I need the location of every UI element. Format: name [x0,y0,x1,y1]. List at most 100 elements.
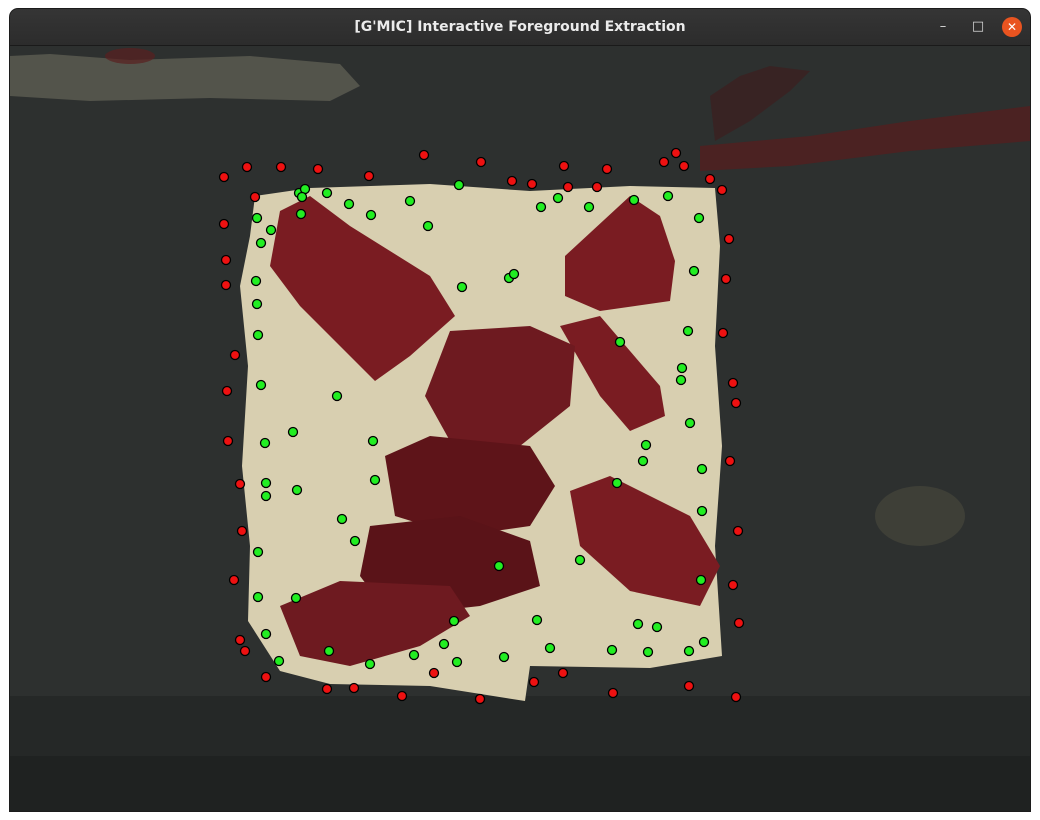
foreground-marker[interactable] [367,435,379,447]
background-marker[interactable] [562,181,574,193]
foreground-marker[interactable] [574,554,586,566]
background-marker[interactable] [724,455,736,467]
background-marker[interactable] [222,435,234,447]
background-marker[interactable] [363,170,375,182]
foreground-marker[interactable] [422,220,434,232]
background-marker[interactable] [348,682,360,694]
background-marker[interactable] [428,667,440,679]
foreground-marker[interactable] [250,275,262,287]
background-marker[interactable] [218,171,230,183]
foreground-marker[interactable] [259,437,271,449]
background-marker[interactable] [730,691,742,703]
foreground-marker[interactable] [438,638,450,650]
foreground-marker[interactable] [583,201,595,213]
background-marker[interactable] [683,680,695,692]
background-marker[interactable] [475,156,487,168]
background-marker[interactable] [236,525,248,537]
background-marker[interactable] [658,156,670,168]
background-marker[interactable] [607,687,619,699]
foreground-marker[interactable] [628,194,640,206]
foreground-marker[interactable] [698,636,710,648]
background-marker[interactable] [732,525,744,537]
foreground-marker[interactable] [493,560,505,572]
background-marker[interactable] [218,218,230,230]
background-marker[interactable] [528,676,540,688]
foreground-marker[interactable] [251,298,263,310]
background-marker[interactable] [506,175,518,187]
foreground-marker[interactable] [695,574,707,586]
foreground-marker[interactable] [349,535,361,547]
foreground-marker[interactable] [331,390,343,402]
foreground-marker[interactable] [696,505,708,517]
foreground-marker[interactable] [336,513,348,525]
foreground-marker[interactable] [675,374,687,386]
foreground-marker[interactable] [295,208,307,220]
background-marker[interactable] [723,233,735,245]
foreground-marker[interactable] [688,265,700,277]
foreground-marker[interactable] [683,645,695,657]
background-marker[interactable] [727,377,739,389]
foreground-marker[interactable] [611,477,623,489]
foreground-marker[interactable] [260,628,272,640]
foreground-marker[interactable] [255,237,267,249]
background-marker[interactable] [220,254,232,266]
background-marker[interactable] [221,385,233,397]
background-marker[interactable] [730,397,742,409]
background-marker[interactable] [396,690,408,702]
foreground-marker[interactable] [255,379,267,391]
background-marker[interactable] [249,191,261,203]
foreground-marker[interactable] [323,645,335,657]
maximize-icon[interactable]: □ [968,17,988,37]
background-marker[interactable] [229,349,241,361]
foreground-marker[interactable] [456,281,468,293]
foreground-marker[interactable] [251,212,263,224]
foreground-marker[interactable] [606,644,618,656]
foreground-marker[interactable] [552,192,564,204]
foreground-marker[interactable] [451,656,463,668]
background-marker[interactable] [704,173,716,185]
foreground-marker[interactable] [544,642,556,654]
background-marker[interactable] [733,617,745,629]
background-marker[interactable] [716,184,728,196]
foreground-marker[interactable] [364,658,376,670]
background-marker[interactable] [260,671,272,683]
foreground-marker[interactable] [696,463,708,475]
foreground-marker[interactable] [531,614,543,626]
foreground-marker[interactable] [448,615,460,627]
foreground-marker[interactable] [498,651,510,663]
foreground-marker[interactable] [252,591,264,603]
minimize-icon[interactable]: – [933,17,953,37]
foreground-marker[interactable] [287,426,299,438]
background-marker[interactable] [717,327,729,339]
background-marker[interactable] [558,160,570,172]
background-marker[interactable] [275,161,287,173]
foreground-marker[interactable] [637,455,649,467]
background-marker[interactable] [321,683,333,695]
background-marker[interactable] [591,181,603,193]
foreground-marker[interactable] [662,190,674,202]
foreground-marker[interactable] [290,592,302,604]
image-canvas[interactable] [10,46,1030,811]
background-marker[interactable] [241,161,253,173]
background-marker[interactable] [670,147,682,159]
background-marker[interactable] [239,645,251,657]
background-marker[interactable] [312,163,324,175]
background-marker[interactable] [220,279,232,291]
background-marker[interactable] [228,574,240,586]
foreground-marker[interactable] [693,212,705,224]
foreground-marker[interactable] [651,621,663,633]
background-marker[interactable] [418,149,430,161]
foreground-marker[interactable] [369,474,381,486]
foreground-marker[interactable] [404,195,416,207]
background-marker[interactable] [234,478,246,490]
foreground-marker[interactable] [676,362,688,374]
background-marker[interactable] [678,160,690,172]
background-marker[interactable] [720,273,732,285]
foreground-marker[interactable] [453,179,465,191]
foreground-marker[interactable] [408,649,420,661]
foreground-marker[interactable] [614,336,626,348]
foreground-marker[interactable] [535,201,547,213]
background-marker[interactable] [601,163,613,175]
foreground-marker[interactable] [684,417,696,429]
foreground-marker[interactable] [260,477,272,489]
